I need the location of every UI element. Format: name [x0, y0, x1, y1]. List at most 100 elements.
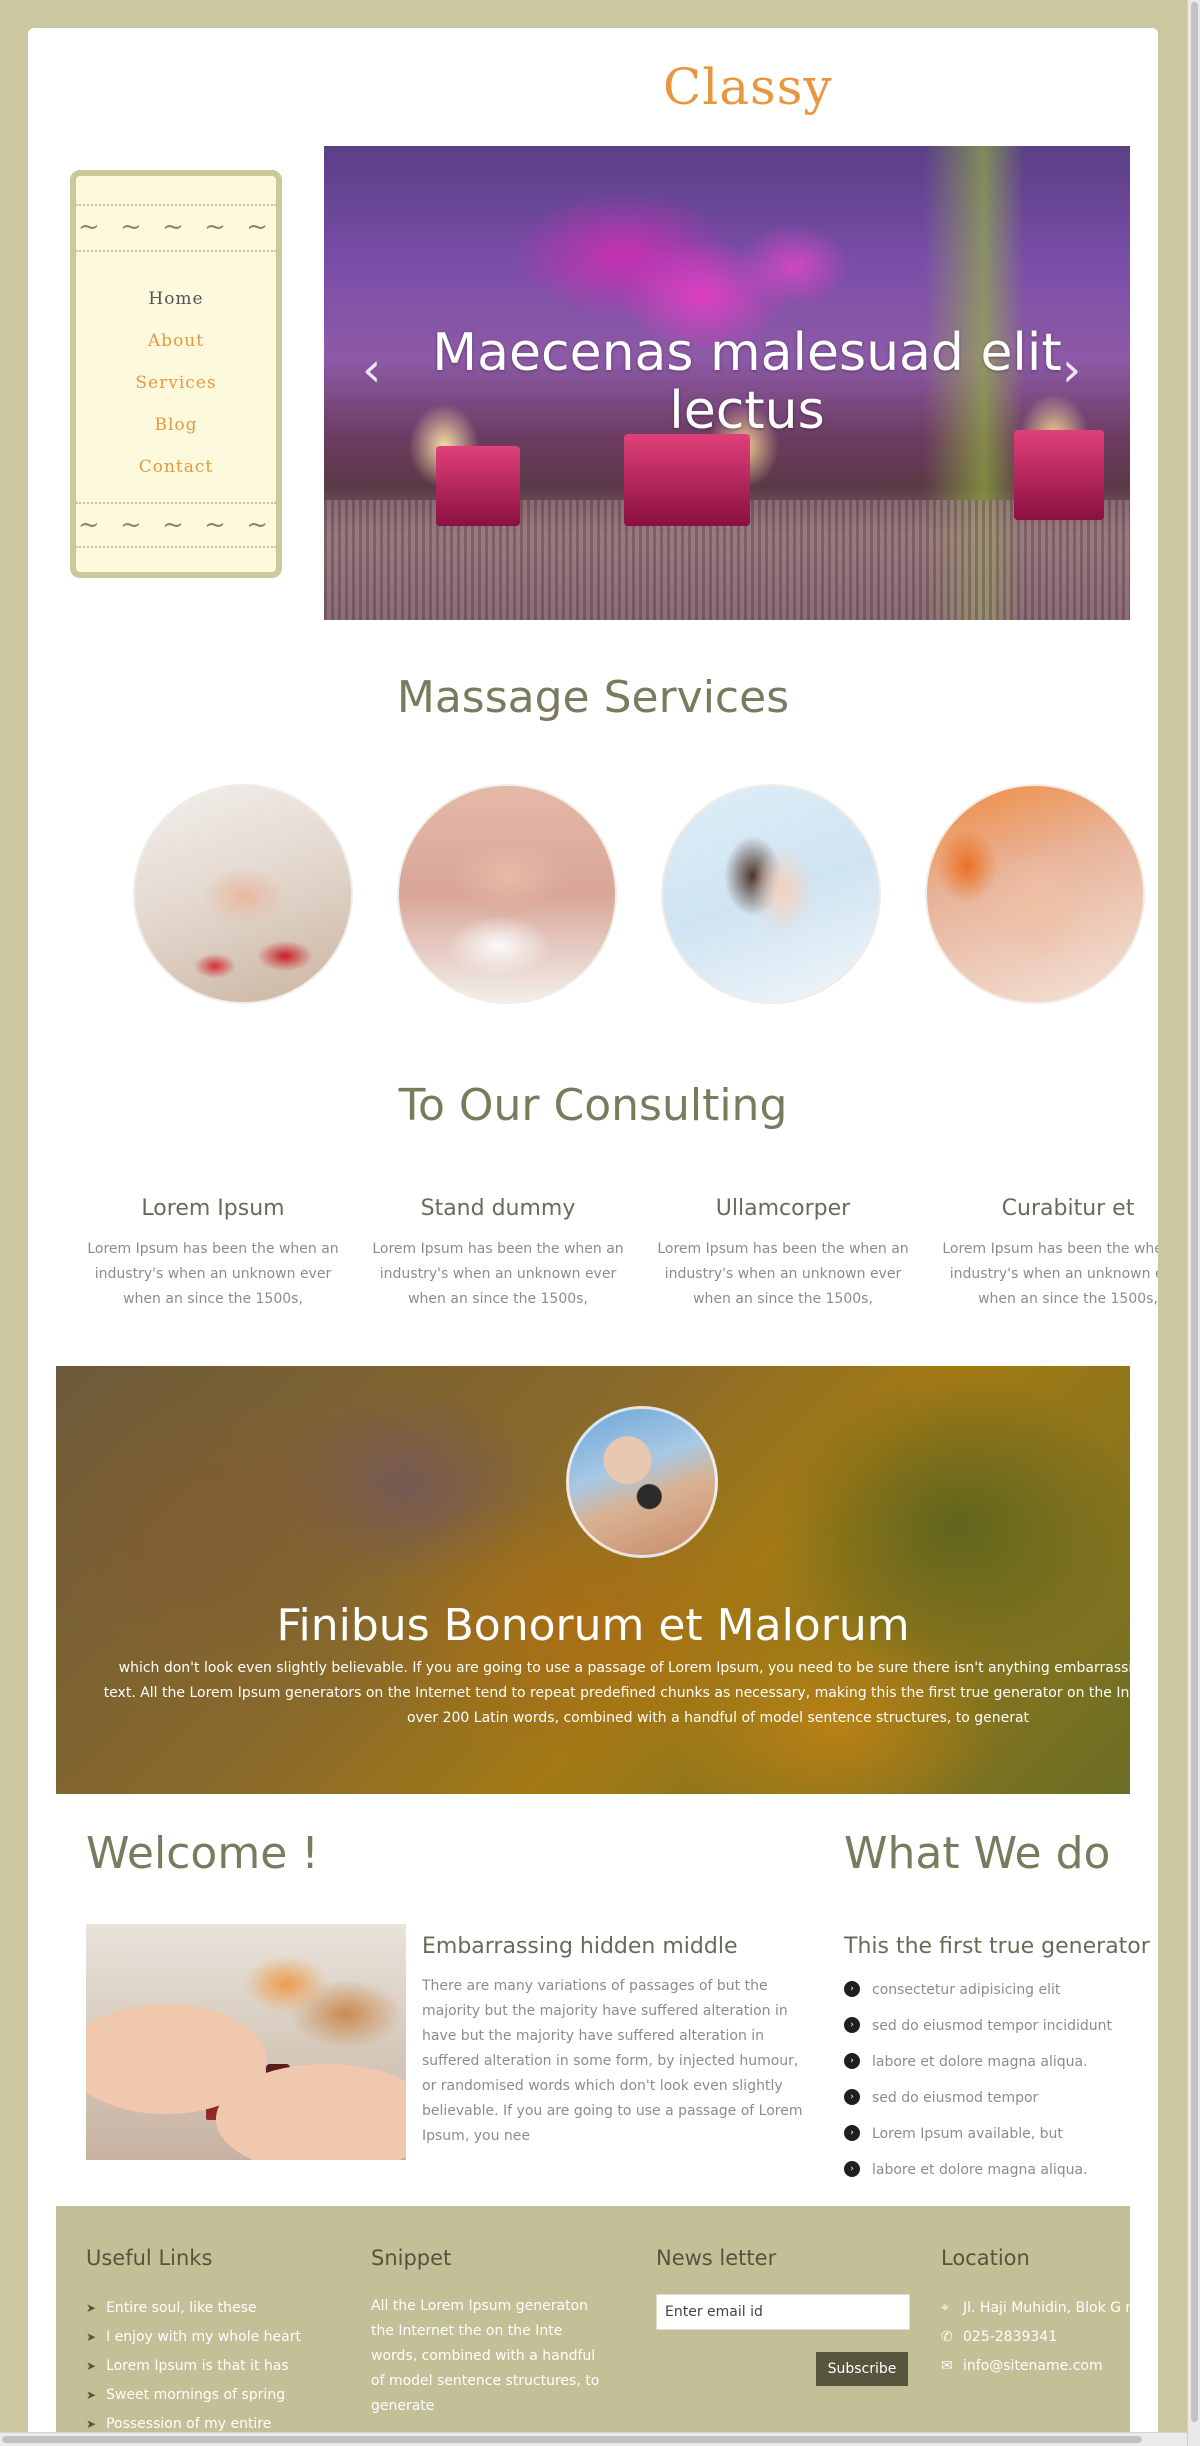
footer-useful-links: Useful Links ➤ Entire soul, like these ➤ I… — [86, 2246, 301, 2439]
address-text: Jl. Haji Muhidin, Blok G no.69 — [963, 2300, 1130, 2316]
footer-link[interactable]: ➤ Sweet mornings of spring — [86, 2381, 301, 2410]
consulting-item-text: Lorem Ipsum has been the when an industr… — [942, 1241, 1158, 1307]
chevron-bullet-icon: › — [844, 1980, 860, 1997]
chevron-bullet-icon: › — [844, 2016, 860, 2033]
slider-prev-icon[interactable]: ‹ — [362, 342, 381, 398]
nav-item-about[interactable]: About — [76, 320, 276, 362]
footer-link-label: Possession of my entire — [106, 2416, 272, 2432]
manicure-flowers-image — [133, 784, 353, 1004]
address-line: ⌖ Jl. Haji Muhidin, Blok G no.69 — [941, 2294, 1130, 2323]
envelope-icon: ✉ — [941, 2358, 953, 2374]
phone-text: 025-2839341 — [963, 2329, 1058, 2345]
list-item: › labore et dolore magna aliqua. — [844, 2044, 1112, 2080]
hot-stone-massage-image — [566, 1406, 718, 1558]
scrollbar-thumb[interactable] — [1191, 2, 1198, 2422]
consulting-item-text: Lorem Ipsum has been the when an industr… — [372, 1241, 624, 1307]
banner-text: which don't look even slightly believabl… — [68, 1656, 1130, 1731]
vertical-scrollbar[interactable] — [1187, 0, 1200, 2446]
phone-line: ✆ 025-2839341 — [941, 2323, 1130, 2352]
footer-heading: News letter — [656, 2246, 777, 2270]
nav-item-blog[interactable]: Blog — [76, 404, 276, 446]
footer-heading: Useful Links — [86, 2246, 213, 2270]
arrow-icon: ➤ — [86, 2388, 97, 2402]
side-navigation: ~ ~ ~ ~ ~ Home About Services Blog Conta… — [70, 170, 282, 578]
candle-decoration — [1014, 430, 1104, 520]
consulting-item-title: Stand dummy — [420, 1196, 576, 1221]
consulting-item-title: Ullamcorper — [715, 1196, 851, 1221]
list-item: › Lorem Ipsum available, but — [844, 2116, 1112, 2152]
horizontal-scrollbar[interactable] — [0, 2432, 1187, 2446]
candle-decoration — [436, 446, 520, 526]
feature-banner: Finibus Bonorum et Malorum which don't l… — [56, 1366, 1130, 1794]
chevron-bullet-icon: › — [844, 2088, 860, 2105]
nav-item-home[interactable]: Home — [76, 278, 276, 320]
consulting-item: Stand dummy Lorem Ipsum has been the whe… — [363, 1196, 633, 1312]
hero-slider: ‹ › Maecenas malesuad elit lectus — [324, 146, 1130, 620]
consulting-item-text: Lorem Ipsum has been the when an industr… — [657, 1241, 909, 1307]
banner-text-line: text. All the Lorem Ipsum generators on … — [103, 1685, 1130, 1701]
footer-link[interactable]: ➤ I enjoy with my whole heart — [86, 2323, 301, 2352]
ornament-top: ~ ~ ~ ~ ~ — [78, 212, 274, 242]
banner-text-line: which don't look even slightly believabl… — [118, 1660, 1130, 1676]
footer-link-label: Lorem Ipsum is that it has — [106, 2358, 289, 2374]
phone-icon: ✆ — [941, 2329, 953, 2345]
what-we-do-list: › consectetur adipisicing elit › sed do ei… — [844, 1972, 1112, 2188]
snippet-text: All the Lorem Ipsum generaton the Intern… — [371, 2298, 600, 2414]
candle-decoration — [624, 434, 750, 526]
feet-pedicure-image — [925, 784, 1145, 1004]
list-item-text: sed do eiusmod tempor incididunt — [872, 2018, 1113, 2034]
services-title: Massage Services — [396, 672, 790, 723]
welcome-text: There are many variations of passages of… — [422, 1978, 803, 2144]
location-pin-icon: ⌖ — [941, 2300, 949, 2316]
email-link[interactable]: info@sitename.com — [963, 2358, 1103, 2374]
what-we-do-heading: This the first true generator — [844, 1934, 1150, 1959]
page-container: Classy ~ ~ ~ ~ ~ Home About Services Blo… — [28, 28, 1158, 2446]
footer-link-label: Entire soul, like these — [106, 2300, 257, 2316]
footer-heading: Snippet — [371, 2246, 452, 2270]
welcome-title: Welcome ! — [86, 1828, 319, 1879]
consulting-item: Ullamcorper Lorem Ipsum has been the whe… — [648, 1196, 918, 1312]
footer-heading: Location — [941, 2246, 1030, 2270]
footer-link[interactable]: ➤ Entire soul, like these — [86, 2294, 301, 2323]
email-line[interactable]: ✉ info@sitename.com — [941, 2352, 1130, 2381]
footer-newsletter: News letter Subscribe — [656, 2246, 916, 2406]
what-we-do-title: What We do — [844, 1828, 1111, 1879]
chevron-bullet-icon: › — [844, 2160, 860, 2177]
ornament-divider — [76, 546, 276, 548]
footer-snippet: Snippet All the Lorem Ipsum generaton th… — [371, 2246, 611, 2419]
consulting-item: Lorem Ipsum Lorem Ipsum has been the whe… — [78, 1196, 348, 1312]
nav-item-contact[interactable]: Contact — [76, 446, 276, 488]
email-field[interactable] — [656, 2294, 910, 2330]
facial-massage-image — [661, 784, 881, 1004]
site-logo[interactable]: Classy — [663, 58, 833, 116]
ornament-divider — [76, 502, 276, 504]
footer-link[interactable]: ➤ Lorem Ipsum is that it has — [86, 2352, 301, 2381]
nav-item-services[interactable]: Services — [76, 362, 276, 404]
hands-towel-image — [397, 784, 617, 1004]
arrow-icon: ➤ — [86, 2417, 97, 2431]
chevron-bullet-icon: › — [844, 2124, 860, 2141]
list-item: › sed do eiusmod tempor — [844, 2080, 1112, 2116]
list-item: › consectetur adipisicing elit — [844, 1972, 1112, 2008]
list-item: › labore et dolore magna aliqua. — [844, 2152, 1112, 2188]
scrollbar-thumb[interactable] — [2, 2436, 1142, 2443]
list-item-text: labore et dolore magna aliqua. — [872, 2162, 1088, 2178]
list-item-text: sed do eiusmod tempor — [872, 2090, 1039, 2106]
arrow-icon: ➤ — [86, 2359, 97, 2373]
slider-caption: Maecenas malesuad elit lectus — [432, 323, 1062, 441]
consulting-title: To Our Consulting — [398, 1080, 788, 1131]
welcome-heading: Embarrassing hidden middle — [422, 1934, 738, 1959]
banner-title: Finibus Bonorum et Malorum — [276, 1600, 910, 1651]
site-footer: Useful Links ➤ Entire soul, like these ➤ I… — [56, 2206, 1130, 2446]
banner-text-line: over 200 Latin words, combined with a ha… — [406, 1710, 1030, 1726]
ornament-divider — [76, 204, 276, 206]
chevron-bullet-icon: › — [844, 2052, 860, 2069]
ornament-bottom: ~ ~ ~ ~ ~ — [78, 510, 274, 540]
subscribe-button[interactable]: Subscribe — [816, 2352, 908, 2386]
consulting-item-text: Lorem Ipsum has been the when an industr… — [87, 1241, 339, 1307]
consulting-item: Curabitur et Lorem Ipsum has been the wh… — [933, 1196, 1158, 1312]
footer-link-label: Sweet mornings of spring — [106, 2387, 286, 2403]
arrow-icon: ➤ — [86, 2330, 97, 2344]
consulting-item-title: Curabitur et — [1001, 1196, 1135, 1221]
list-item-text: labore et dolore magna aliqua. — [872, 2054, 1088, 2070]
